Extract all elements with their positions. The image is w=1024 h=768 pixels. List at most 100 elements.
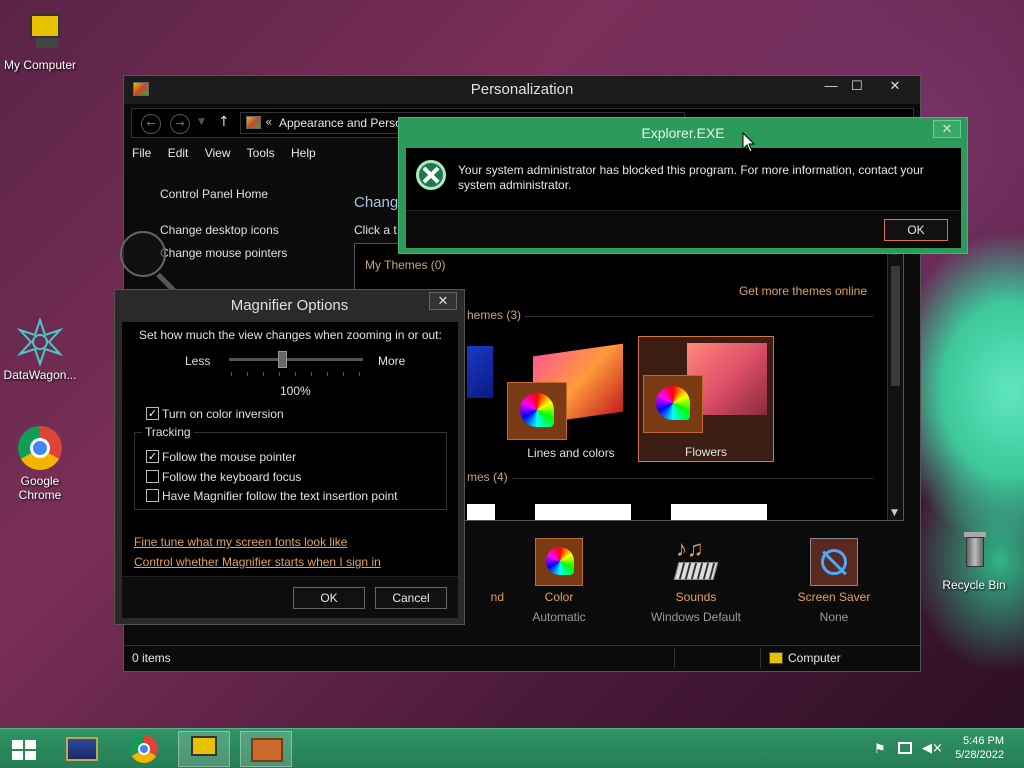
follow-mouse-checkbox[interactable]: ✓ [146, 450, 159, 463]
follow-keyboard-checkbox[interactable] [146, 470, 159, 483]
blue-theme-thumbnail[interactable] [467, 346, 493, 398]
system-clock[interactable]: 5:46 PM 5/28/2022 [955, 734, 1004, 762]
zoom-instruction: Set how much the view changes when zoomi… [139, 328, 442, 342]
dialog-titlebar[interactable]: Magnifier Options ✕ [115, 290, 464, 318]
close-button[interactable]: ✕ [933, 120, 961, 138]
zoom-value: 100% [280, 384, 311, 398]
volume-icon[interactable]: ◀× [922, 741, 943, 756]
recent-dropdown-icon[interactable]: ▼ [198, 117, 205, 127]
hc-theme-thumbnail[interactable] [535, 504, 631, 520]
dialog-footer: OK Cancel [122, 576, 458, 618]
up-arrow-icon[interactable]: ↑ [218, 114, 230, 130]
explorer-error-dialog: Explorer.EXE ✕ Your system administrator… [398, 117, 968, 254]
cancel-button[interactable]: Cancel [375, 587, 447, 609]
control-panel-icon [251, 738, 283, 762]
desktop-icon-google-chrome[interactable]: Google Chrome [0, 424, 80, 502]
ok-button[interactable]: OK [293, 587, 365, 609]
dialog-titlebar[interactable]: Explorer.EXE ✕ [399, 118, 967, 146]
status-bar: 0 items Computer [124, 645, 920, 671]
hc-theme-thumbnail[interactable] [467, 504, 495, 520]
desktop-icon-label: DataWagon... [3, 368, 77, 382]
address-text: Appearance and Perso [279, 116, 402, 130]
theme-flowers[interactable]: Flowers [638, 336, 774, 462]
magnifier-lens-icon [120, 231, 166, 277]
network-icon[interactable] [898, 742, 912, 754]
taskbar-chrome[interactable] [118, 731, 170, 767]
magnifier-options-dialog: Magnifier Options ✕ Set how much the vie… [114, 289, 465, 625]
taskbar-magnifier[interactable] [178, 731, 230, 767]
zoom-slider-ticks [231, 372, 363, 376]
screen-saver-icon [810, 538, 858, 586]
personalization-titlebar[interactable]: Personalization — ☐ ✕ [124, 76, 920, 104]
color-palette-icon [643, 375, 703, 433]
menu-bar: File Edit View Tools Help [132, 146, 329, 168]
taskbar-file-explorer[interactable] [56, 731, 108, 767]
sidebar-change-desktop-icons[interactable]: Change desktop icons [160, 223, 279, 237]
forward-button[interactable]: → [170, 114, 190, 134]
page-subtext: Click a t [354, 223, 397, 237]
theme-lines-and-colors[interactable]: Lines and colors [503, 336, 639, 462]
maximize-button[interactable]: ☐ [840, 76, 874, 98]
zoom-slider-track[interactable] [229, 358, 363, 361]
sounds-setting[interactable]: ♪♫ Sounds Windows Default [641, 536, 751, 624]
page-heading: Chang [354, 194, 399, 211]
close-button[interactable]: ✕ [878, 76, 912, 98]
tracking-label: Tracking [142, 425, 194, 439]
menu-tools[interactable]: Tools [247, 146, 275, 160]
color-setting[interactable]: Color Automatic [504, 538, 614, 624]
start-button[interactable] [0, 731, 48, 767]
get-more-themes-link[interactable]: Get more themes online [739, 284, 867, 298]
file-explorer-icon [66, 737, 98, 761]
group-separator [467, 316, 873, 317]
sidebar-control-panel-home[interactable]: Control Panel Home [160, 187, 268, 201]
desktop-icon-label: Recycle Bin [942, 578, 1006, 592]
follow-text-label: Have Magnifier follow the text insertion… [162, 489, 398, 503]
taskbar-control-panel[interactable] [240, 731, 292, 767]
setting-label: Sounds [675, 590, 717, 604]
sidebar-change-mouse-pointers[interactable]: Change mouse pointers [160, 246, 287, 260]
follow-keyboard-label: Follow the keyboard focus [162, 470, 302, 484]
desktop-icon-datawagon[interactable]: DataWagon... [0, 316, 80, 382]
high-contrast-themes-label: mes (4) [467, 470, 512, 484]
desktop-icon-my-computer[interactable]: My Computer [0, 8, 80, 72]
theme-label: Lines and colors [527, 446, 615, 460]
back-button[interactable]: ← [141, 114, 161, 134]
computer-icon [769, 652, 783, 664]
scrollbar-thumb[interactable] [891, 266, 900, 386]
dialog-footer: OK [406, 210, 961, 248]
fine-tune-fonts-link[interactable]: Fine tune what my screen fonts look like [134, 535, 347, 549]
group-separator [467, 478, 873, 479]
action-center-icon[interactable]: ⚑ [874, 742, 886, 757]
menu-file[interactable]: File [132, 146, 151, 160]
menu-view[interactable]: View [205, 146, 231, 160]
windows-logo-icon [12, 740, 36, 760]
scroll-down-icon[interactable]: ▼ [891, 508, 898, 518]
menu-help[interactable]: Help [291, 146, 316, 160]
hc-theme-thumbnail[interactable] [671, 504, 767, 520]
close-button[interactable]: ✕ [429, 292, 457, 310]
status-item-count: 0 items [132, 651, 171, 665]
zoom-less-label: Less [185, 354, 211, 368]
my-themes-label: My Themes (0) [365, 258, 446, 272]
dialog-title: Magnifier Options [230, 297, 349, 314]
status-location: Computer [788, 651, 841, 665]
magnifier-signin-link[interactable]: Control whether Magnifier starts when I … [134, 555, 381, 569]
setting-value: Automatic [532, 610, 586, 624]
setting-value: None [819, 610, 849, 624]
window-title: Personalization [470, 81, 574, 98]
themes-scrollbar[interactable]: ▲ ▼ [887, 244, 903, 520]
address-prefix: « [265, 115, 273, 129]
color-palette-icon [535, 538, 583, 586]
color-inversion-checkbox[interactable]: ✓ [146, 407, 159, 420]
screen-saver-setting[interactable]: Screen Saver None [779, 538, 889, 624]
error-message: Your system administrator has blocked th… [458, 163, 924, 192]
magnifier-icon [191, 736, 217, 756]
dialog-body: Your system administrator has blocked th… [406, 148, 961, 210]
zoom-slider-knob[interactable] [278, 351, 287, 368]
ok-button[interactable]: OK [884, 219, 948, 241]
error-icon [416, 160, 446, 190]
desktop-icon-recycle-bin[interactable]: Recycle Bin [934, 528, 1014, 592]
menu-edit[interactable]: Edit [168, 146, 189, 160]
setting-label: Screen Saver [797, 590, 871, 604]
follow-text-checkbox[interactable] [146, 489, 159, 502]
